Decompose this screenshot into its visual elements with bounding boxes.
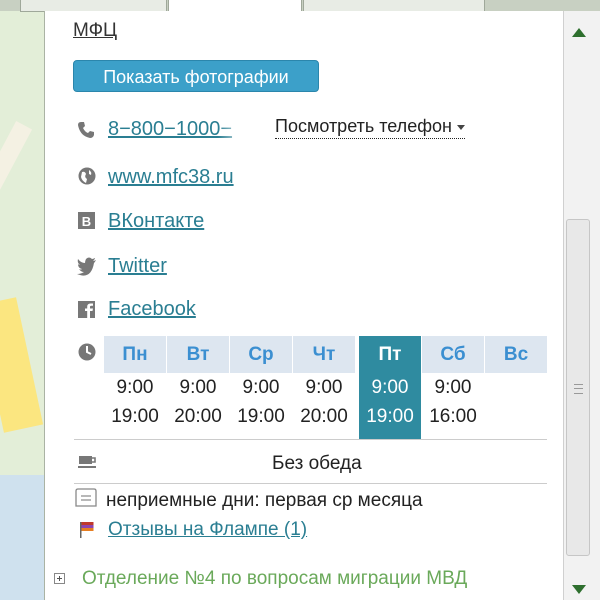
close-time: 19:00 [237, 406, 285, 427]
org-name-link[interactable]: МФЦ [73, 20, 117, 42]
phone-icon [78, 122, 94, 138]
day-column: Вт 9:00 20:00 [167, 336, 229, 439]
grip-icon [574, 384, 583, 394]
day-name: Пт [359, 336, 421, 373]
day-column: Вс [485, 336, 547, 439]
map-road [0, 121, 33, 209]
non-working-days: неприемные дни: первая ср месяца [106, 490, 423, 511]
expand-icon[interactable] [54, 573, 65, 584]
scrollbar-thumb[interactable] [566, 219, 590, 556]
day-column-today: Пт 9:00 19:00 [359, 336, 421, 439]
day-hours [485, 373, 547, 439]
map-water [0, 475, 44, 600]
opening-hours-table: Пн 9:00 19:00 Вт 9:00 20:00 Ср 9:00 19:0… [104, 336, 547, 439]
day-name: Вт [167, 336, 229, 373]
open-time: 9:00 [434, 377, 472, 398]
tab-active[interactable] [168, 0, 302, 11]
day-name: Сб [422, 336, 484, 373]
day-name: Ср [230, 336, 292, 373]
tab-bar [0, 0, 600, 12]
vk-icon: B [78, 212, 95, 229]
divider [74, 483, 547, 484]
coffee-icon [78, 456, 96, 468]
caret-down-icon [456, 124, 465, 130]
facebook-link[interactable]: Facebook [108, 298, 196, 321]
day-hours: 9:00 19:00 [359, 373, 421, 439]
day-hours: 9:00 20:00 [167, 373, 229, 439]
open-time: 9:00 [179, 377, 217, 398]
open-time: 9:00 [371, 377, 409, 398]
divider [74, 439, 547, 440]
twitter-icon [77, 257, 96, 276]
day-name: Пн [104, 336, 166, 373]
day-hours: 9:00 16:00 [422, 373, 484, 439]
day-column: Ср 9:00 19:00 [230, 336, 292, 439]
close-time: 20:00 [300, 406, 348, 427]
open-time: 9:00 [305, 377, 343, 398]
scroll-down-arrow-icon[interactable] [572, 585, 586, 594]
close-time: 19:00 [366, 406, 414, 427]
twitter-link[interactable]: Twitter [108, 255, 167, 278]
day-hours: 9:00 19:00 [104, 373, 166, 439]
scroll-up-arrow-icon[interactable] [572, 28, 586, 37]
day-column: Сб 9:00 16:00 [422, 336, 484, 439]
open-time: 9:00 [242, 377, 280, 398]
flamp-icon [80, 522, 94, 538]
vk-link[interactable]: ВКонтакте [108, 210, 204, 233]
day-hours: 9:00 20:00 [293, 373, 355, 439]
day-hours: 9:00 19:00 [230, 373, 292, 439]
phone-fade [218, 118, 250, 144]
related-org-link[interactable]: Отделение №4 по вопросам миграции МВД [82, 568, 467, 590]
close-time: 19:00 [111, 406, 159, 427]
svg-text:B: B [82, 214, 91, 229]
day-name: Вс [485, 336, 547, 373]
show-phone-dropdown[interactable]: Посмотреть телефон [275, 116, 465, 139]
note-icon [75, 488, 97, 507]
scrollbar[interactable] [563, 11, 600, 600]
day-name: Чт [293, 336, 355, 373]
day-column: Чт 9:00 20:00 [293, 336, 355, 439]
website-link[interactable]: www.mfc38.ru [108, 166, 234, 189]
clock-icon [78, 343, 96, 361]
facebook-icon [78, 301, 95, 318]
day-column: Пн 9:00 19:00 [104, 336, 166, 439]
open-time: 9:00 [116, 377, 154, 398]
show-phone-label: Посмотреть телефон [275, 116, 452, 136]
lunch-info: Без обеда [272, 453, 362, 474]
map-background[interactable] [0, 0, 44, 600]
show-photos-button[interactable]: Показать фотографии [73, 60, 319, 92]
map-road [0, 297, 44, 433]
close-time: 16:00 [429, 406, 477, 427]
close-time: 20:00 [174, 406, 222, 427]
globe-icon [78, 167, 96, 185]
reviews-link[interactable]: Отзывы на Флампе (1) [108, 519, 307, 541]
